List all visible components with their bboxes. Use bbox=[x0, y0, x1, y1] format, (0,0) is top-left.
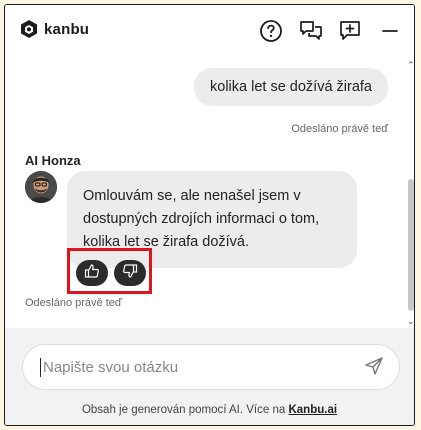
new-chat-button[interactable] bbox=[336, 17, 364, 45]
user-message-status: Odesláno právě teď bbox=[291, 123, 388, 135]
chat-bubbles-icon bbox=[299, 19, 323, 43]
conversations-button[interactable] bbox=[297, 17, 325, 45]
thumbs-down-icon bbox=[122, 263, 138, 284]
thumbs-up-button[interactable] bbox=[76, 260, 108, 286]
composer-area: Obsah je generován pomocí AI. Více na Ka… bbox=[5, 328, 414, 425]
scroll-thumb[interactable] bbox=[408, 179, 414, 311]
scroll-down-icon[interactable]: ⌄ bbox=[407, 317, 414, 326]
widget-header: kanbu bbox=[5, 5, 414, 57]
new-chat-icon bbox=[338, 19, 362, 43]
chat-scrollbar[interactable]: ⌃ ⌄ bbox=[406, 57, 414, 328]
kanbu-logo: kanbu bbox=[20, 19, 89, 39]
help-button[interactable] bbox=[257, 17, 285, 45]
message-input[interactable] bbox=[40, 357, 345, 377]
ai-disclaimer: Obsah je generován pomocí AI. Více na Ka… bbox=[5, 404, 414, 416]
agent-avatar bbox=[25, 171, 57, 203]
send-button[interactable] bbox=[361, 355, 387, 381]
kanbu-link[interactable]: Kanbu.ai bbox=[288, 404, 337, 416]
agent-message-status: Odesláno právě teď bbox=[25, 297, 122, 309]
thumbs-up-icon bbox=[84, 263, 100, 284]
minimize-icon bbox=[380, 21, 400, 41]
scroll-up-icon[interactable]: ⌃ bbox=[407, 61, 414, 70]
chat-widget: kanbu kolika let se dožívá žirafa Odeslá… bbox=[4, 4, 415, 426]
agent-name: AI Honza bbox=[25, 153, 81, 168]
logo-cube-icon bbox=[20, 19, 38, 39]
user-message: kolika let se dožívá žirafa bbox=[194, 68, 388, 106]
message-input-container bbox=[22, 344, 400, 390]
disclaimer-text: Obsah je generován pomocí AI. Více na bbox=[81, 404, 289, 416]
send-icon bbox=[364, 356, 384, 381]
minimize-button[interactable] bbox=[376, 17, 404, 45]
thumbs-down-button[interactable] bbox=[114, 260, 146, 286]
feedback-buttons bbox=[76, 260, 146, 286]
message-list[interactable]: kolika let se dožívá žirafa Odesláno prá… bbox=[5, 57, 404, 328]
logo-text: kanbu bbox=[44, 20, 90, 38]
help-icon bbox=[259, 19, 283, 43]
